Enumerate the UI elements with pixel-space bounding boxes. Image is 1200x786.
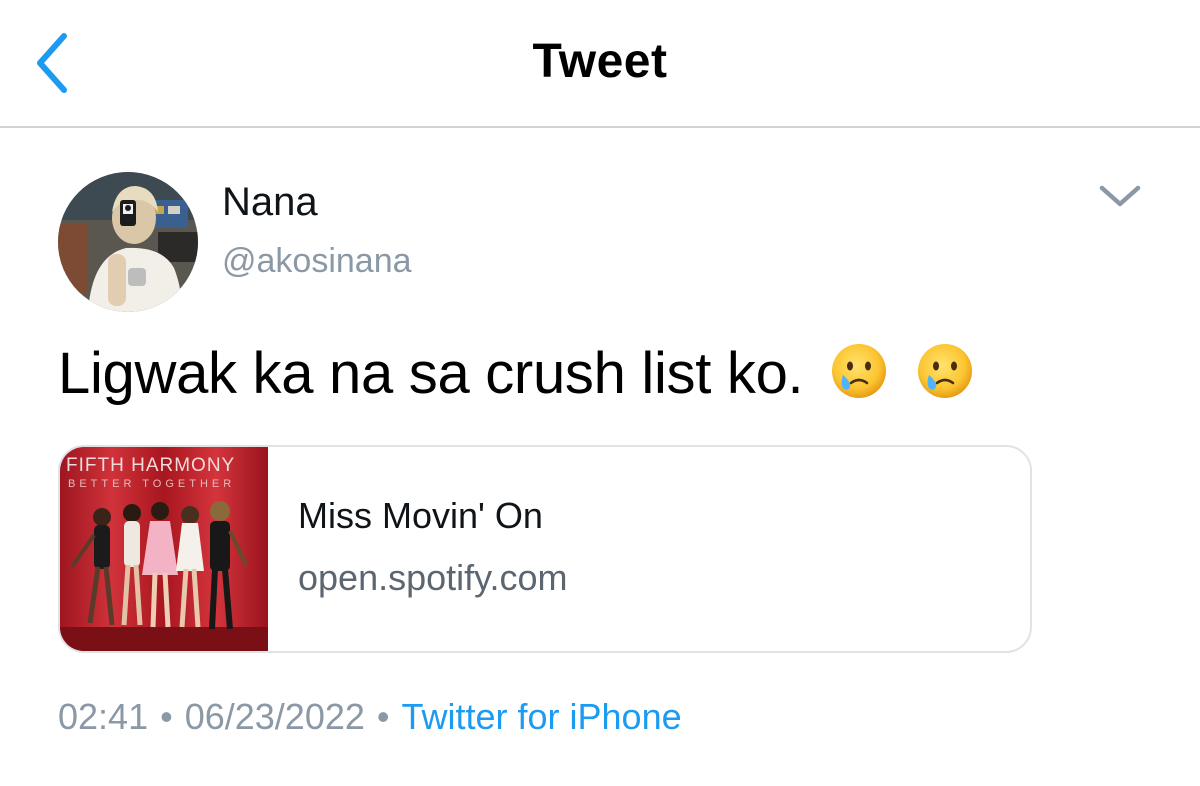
link-title: Miss Movin' On bbox=[298, 495, 543, 536]
chevron-down-icon bbox=[1099, 185, 1141, 207]
tweet-time: 02:41 bbox=[58, 696, 149, 737]
avatar-photo bbox=[58, 172, 198, 312]
separator-dot: • bbox=[160, 696, 173, 737]
tweet-date: 06/23/2022 bbox=[184, 696, 365, 737]
tweet-detail-screen: Tweet Nana @akosinana Ligwak ka na sa cr… bbox=[0, 0, 1200, 786]
tweet-options-button[interactable] bbox=[1094, 176, 1146, 216]
link-preview-card[interactable]: FIFTH HARMONY BETTER TOGETHER Miss Movin… bbox=[58, 445, 1032, 653]
face-holding-back-tears-emoji bbox=[832, 344, 887, 398]
tweet-metadata: 02:41 • 06/23/2022 • Twitter for iPhone bbox=[58, 696, 682, 738]
author-display-name[interactable]: Nana bbox=[222, 180, 318, 225]
album-art-title: FIFTH HARMONY bbox=[66, 455, 235, 476]
avatar[interactable] bbox=[58, 172, 198, 312]
author-handle[interactable]: @akosinana bbox=[222, 242, 412, 281]
separator-dot: • bbox=[376, 696, 390, 737]
album-art-subtitle: BETTER TOGETHER bbox=[68, 478, 235, 490]
tweet-body: Ligwak ka na sa crush list ko. bbox=[58, 340, 975, 407]
album-art-thumbnail: FIFTH HARMONY BETTER TOGETHER bbox=[60, 447, 268, 651]
tweet-source-link[interactable]: Twitter for iPhone bbox=[402, 696, 682, 737]
tweet-text: Ligwak ka na sa crush list ko. bbox=[58, 341, 804, 406]
page-title: Tweet bbox=[532, 35, 668, 88]
link-domain: open.spotify.com bbox=[298, 557, 568, 598]
top-nav-bar: Tweet bbox=[0, 0, 1200, 128]
face-holding-back-tears-emoji bbox=[918, 344, 972, 398]
